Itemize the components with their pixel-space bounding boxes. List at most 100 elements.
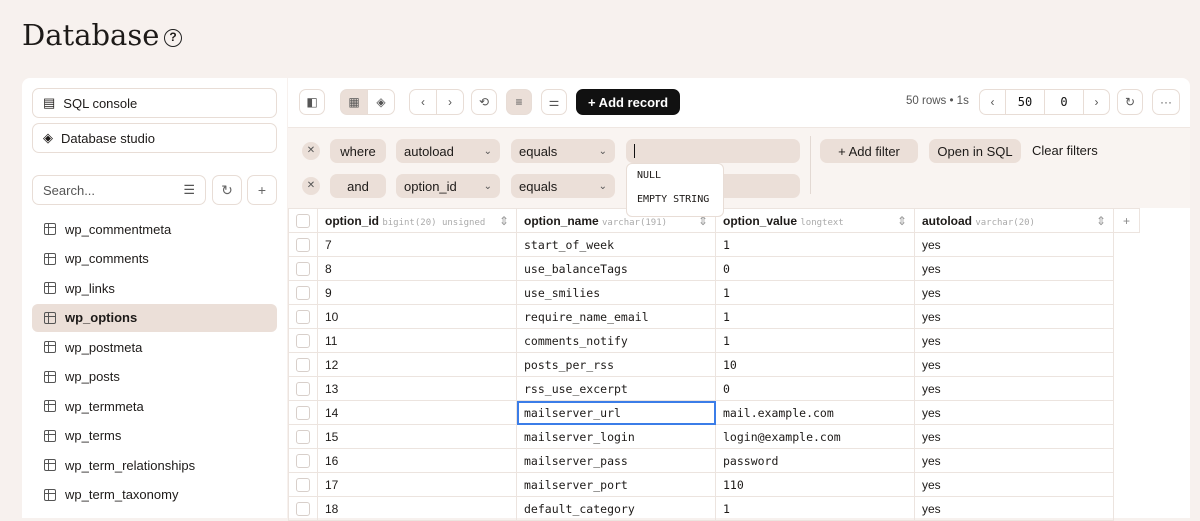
table-cell[interactable]: 0 xyxy=(715,256,915,281)
table-cell[interactable]: password xyxy=(715,448,915,473)
table-cell[interactable]: yes xyxy=(914,424,1114,449)
table-cell[interactable]: use_smilies xyxy=(516,280,716,305)
table-cell[interactable]: 1 xyxy=(715,328,915,353)
table-cell[interactable]: default_category xyxy=(516,496,716,521)
sidebar-table-item[interactable]: wp_posts xyxy=(32,363,277,391)
table-cell[interactable]: 18 xyxy=(317,496,517,521)
remove-filter-icon[interactable]: ✕ xyxy=(302,177,320,195)
remove-filter-icon[interactable]: ✕ xyxy=(302,142,320,160)
table-cell[interactable]: yes xyxy=(914,328,1114,353)
column-header[interactable]: option_value longtext ⇕ xyxy=(715,208,915,233)
table-row[interactable]: 18 default_category 1 yes xyxy=(288,496,1140,521)
row-checkbox[interactable] xyxy=(288,424,318,449)
table-row[interactable]: 14 mailserver_url mail.example.com yes xyxy=(288,400,1140,425)
layers-view-icon[interactable]: ◈ xyxy=(367,89,395,115)
table-cell[interactable]: yes xyxy=(914,472,1114,497)
prev-page-icon[interactable]: ‹ xyxy=(979,89,1006,115)
table-cell[interactable]: comments_notify xyxy=(516,328,716,353)
filter-column-select[interactable]: autoload ⌄ xyxy=(396,139,500,163)
table-view-icon[interactable]: ▦ xyxy=(340,89,368,115)
table-cell[interactable]: 16 xyxy=(317,448,517,473)
sidebar-table-item[interactable]: wp_terms xyxy=(32,422,277,450)
table-cell[interactable]: 9 xyxy=(317,280,517,305)
table-cell[interactable]: 8 xyxy=(317,256,517,281)
offset-input[interactable]: 0 xyxy=(1044,89,1084,115)
row-checkbox[interactable] xyxy=(288,256,318,281)
table-cell[interactable]: rss_use_excerpt xyxy=(516,376,716,401)
open-in-sql-button[interactable]: Open in SQL xyxy=(929,139,1021,163)
table-row[interactable]: 15 mailserver_login login@example.com yes xyxy=(288,424,1140,449)
table-cell[interactable]: 12 xyxy=(317,352,517,377)
table-row[interactable]: 10 require_name_email 1 yes xyxy=(288,304,1140,329)
sort-icon[interactable]: ⇕ xyxy=(499,214,509,228)
table-cell[interactable]: require_name_email xyxy=(516,304,716,329)
table-cell[interactable]: yes xyxy=(914,400,1114,425)
row-checkbox[interactable] xyxy=(288,472,318,497)
table-cell[interactable]: 10 xyxy=(317,304,517,329)
table-cell[interactable]: 17 xyxy=(317,472,517,497)
column-header[interactable]: option_id bigint(20) unsigned ⇕ xyxy=(317,208,517,233)
sidebar-table-item[interactable]: wp_comments xyxy=(32,245,277,273)
filter-value-input[interactable] xyxy=(626,139,800,163)
add-filter-button[interactable]: + Add filter xyxy=(820,139,918,163)
filter-icon[interactable]: ≡ xyxy=(506,89,532,115)
table-cell[interactable]: 10 xyxy=(715,352,915,377)
filter-conjunction[interactable]: and xyxy=(330,174,386,198)
clear-filters-button[interactable]: Clear filters xyxy=(1032,143,1098,158)
table-cell[interactable]: login@example.com xyxy=(715,424,915,449)
table-row[interactable]: 13 rss_use_excerpt 0 yes xyxy=(288,376,1140,401)
table-cell[interactable]: 15 xyxy=(317,424,517,449)
table-cell[interactable]: mailserver_port xyxy=(516,472,716,497)
table-cell[interactable]: 0 xyxy=(715,376,915,401)
sort-icon[interactable]: ⇕ xyxy=(897,214,907,228)
table-row[interactable]: 7 start_of_week 1 yes xyxy=(288,232,1140,257)
help-icon[interactable]: ? xyxy=(164,29,182,47)
table-cell[interactable]: start_of_week xyxy=(516,232,716,257)
table-cell[interactable]: 1 xyxy=(715,304,915,329)
table-row[interactable]: 9 use_smilies 1 yes xyxy=(288,280,1140,305)
refresh-icon[interactable]: ↻ xyxy=(1117,89,1143,115)
forward-icon[interactable]: › xyxy=(436,89,464,115)
table-cell[interactable]: posts_per_rss xyxy=(516,352,716,377)
history-icon[interactable]: ⟲ xyxy=(471,89,497,115)
add-table-icon[interactable]: + xyxy=(247,175,277,205)
more-button[interactable]: ··· xyxy=(1152,89,1180,115)
back-icon[interactable]: ‹ xyxy=(409,89,437,115)
table-row[interactable]: 12 posts_per_rss 10 yes xyxy=(288,352,1140,377)
filter-operator-select[interactable]: equals ⌄ xyxy=(511,174,615,198)
table-row[interactable]: 11 comments_notify 1 yes xyxy=(288,328,1140,353)
add-column-icon[interactable]: + xyxy=(1113,208,1140,233)
add-record-button[interactable]: + Add record xyxy=(576,89,680,115)
sidebar-table-item[interactable]: wp_term_taxonomy xyxy=(32,481,277,509)
table-row[interactable]: 8 use_balanceTags 0 yes xyxy=(288,256,1140,281)
table-cell[interactable]: 1 xyxy=(715,496,915,521)
row-checkbox[interactable] xyxy=(288,376,318,401)
filter-icon[interactable]: ☰ xyxy=(183,182,195,198)
table-cell[interactable]: 14 xyxy=(317,400,517,425)
database-studio-button[interactable]: ◈ Database studio xyxy=(32,123,277,153)
limit-input[interactable]: 50 xyxy=(1005,89,1045,115)
sidebar-table-item[interactable]: wp_commentmeta xyxy=(32,215,277,243)
suggestion-null[interactable]: NULL xyxy=(627,164,723,188)
table-cell[interactable]: mailserver_pass xyxy=(516,448,716,473)
table-cell[interactable]: mailserver_login xyxy=(516,424,716,449)
next-page-icon[interactable]: › xyxy=(1083,89,1110,115)
row-checkbox[interactable] xyxy=(288,280,318,305)
table-cell[interactable]: yes xyxy=(914,232,1114,257)
table-cell[interactable]: yes xyxy=(914,280,1114,305)
table-cell[interactable]: 11 xyxy=(317,328,517,353)
table-row[interactable]: 17 mailserver_port 110 yes xyxy=(288,472,1140,497)
sort-icon[interactable]: ⇕ xyxy=(1096,214,1106,228)
row-checkbox[interactable] xyxy=(288,328,318,353)
sidebar-table-item[interactable]: wp_options xyxy=(32,303,277,332)
row-checkbox[interactable] xyxy=(288,304,318,329)
sidebar-table-item[interactable]: wp_links xyxy=(32,274,277,302)
table-cell[interactable]: 13 xyxy=(317,376,517,401)
table-cell[interactable]: yes xyxy=(914,304,1114,329)
sidebar-table-item[interactable]: wp_term_relationships xyxy=(32,451,277,479)
filter-operator-select[interactable]: equals ⌄ xyxy=(511,139,615,163)
sidebar-table-item[interactable]: wp_termmeta xyxy=(32,392,277,420)
table-cell[interactable]: yes xyxy=(914,256,1114,281)
sql-console-button[interactable]: ▤ SQL console xyxy=(32,88,277,118)
table-cell[interactable]: 110 xyxy=(715,472,915,497)
